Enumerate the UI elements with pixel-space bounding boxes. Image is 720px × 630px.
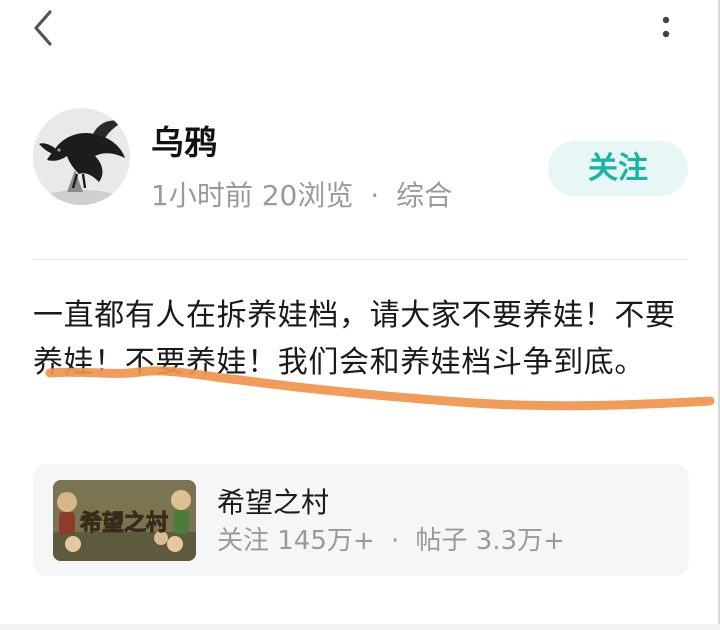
crow-avatar — [33, 108, 130, 205]
back-button[interactable] — [26, 6, 66, 50]
post-category: 综合 — [396, 179, 453, 212]
topic-thumbnail-art: 希望之村 — [53, 480, 196, 561]
follow-button[interactable]: 关注 — [548, 141, 688, 196]
post-detail-page: 乌鸦 1小时前 20浏览 · 综合 关注 一直都有人在拆养娃档，请大家不要养娃！… — [0, 0, 720, 630]
topic-stats: 关注 145万+ · 帖子 3.3万+ — [217, 522, 565, 560]
top-bar — [0, 0, 718, 60]
author-avatar[interactable] — [33, 108, 130, 205]
header-divider — [33, 259, 688, 260]
meta-separator: · — [370, 179, 380, 212]
more-options-button[interactable] — [648, 8, 684, 48]
topic-thumbnail: 希望之村 — [53, 480, 196, 561]
more-vertical-icon — [662, 16, 670, 38]
bottom-divider — [0, 624, 720, 630]
topic-card[interactable]: 希望之村 希望之村 关注 145万+ · 帖子 3.3万+ — [33, 464, 689, 576]
post-body: 一直都有人在拆养娃档，请大家不要养娃！不要养娃！不要养娃！我们会和养娃档斗争到底… — [33, 298, 676, 380]
post-time: 1小时前 — [151, 179, 253, 212]
topic-thumb-title: 希望之村 — [80, 510, 168, 536]
post-meta: 1小时前 20浏览 · 综合 — [151, 176, 452, 216]
topic-followers: 关注 145万+ — [217, 526, 375, 556]
topic-stats-separator: · — [390, 526, 400, 556]
view-count: 20浏览 — [261, 179, 354, 212]
topic-name: 希望之村 — [217, 486, 330, 519]
chevron-left-icon — [34, 10, 52, 46]
topic-posts: 帖子 3.3万+ — [415, 526, 565, 556]
author-name[interactable]: 乌鸦 — [151, 121, 217, 165]
